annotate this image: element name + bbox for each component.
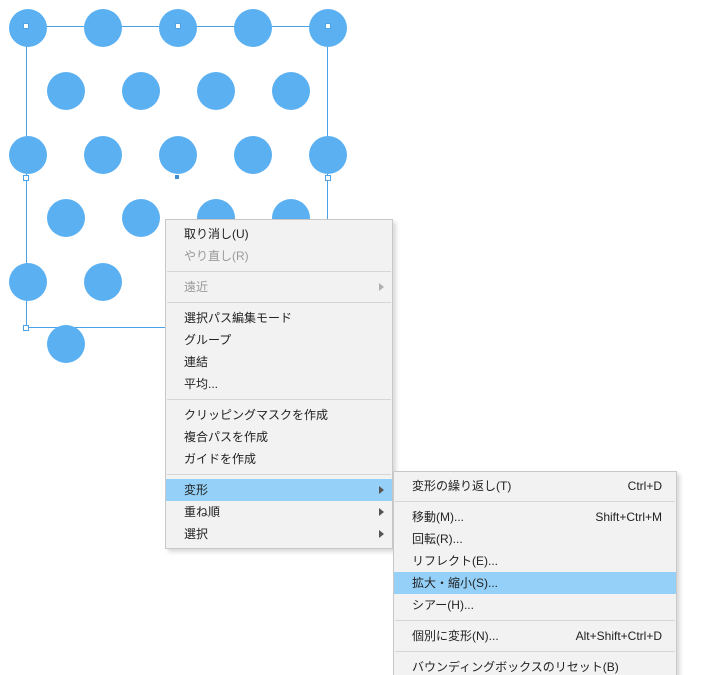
menu-item-shortcut: Alt+Shift+Ctrl+D xyxy=(576,625,662,647)
handle-nw[interactable] xyxy=(23,23,29,29)
menu-item-group[interactable]: グループ xyxy=(166,329,392,351)
menu-item-label: 変形の繰り返し(T) xyxy=(412,479,511,493)
pattern-dot xyxy=(309,136,347,174)
menu-separator xyxy=(167,399,391,400)
menu-item-select[interactable]: 選択 xyxy=(166,523,392,545)
pattern-dot xyxy=(84,263,122,301)
menu-item-label: シアー(H)... xyxy=(412,598,474,612)
menu-item-undo[interactable]: 取り消し(U) xyxy=(166,223,392,245)
menu-item-label: 回転(R)... xyxy=(412,532,463,546)
menu-item-label: 連結 xyxy=(184,355,208,369)
menu-item-reflect[interactable]: リフレクト(E)... xyxy=(394,550,676,572)
menu-item-arrange[interactable]: 重ね順 xyxy=(166,501,392,523)
menu-item-label: リフレクト(E)... xyxy=(412,554,498,568)
menu-item-label: 取り消し(U) xyxy=(184,227,249,241)
menu-separator xyxy=(395,501,675,502)
selection-center-mark xyxy=(175,175,179,179)
menu-item-isolate-selected-path[interactable]: 選択パス編集モード xyxy=(166,307,392,329)
menu-item-label: やり直し(R) xyxy=(184,249,249,263)
chevron-right-icon xyxy=(379,508,384,516)
transform-submenu[interactable]: 変形の繰り返し(T) Ctrl+D 移動(M)... Shift+Ctrl+M 回転(R… xyxy=(393,471,677,675)
chevron-right-icon xyxy=(379,283,384,291)
menu-item-label: 平均... xyxy=(184,377,218,391)
menu-item-label: 変形 xyxy=(184,483,208,497)
menu-item-shear[interactable]: シアー(H)... xyxy=(394,594,676,616)
handle-w[interactable] xyxy=(23,175,29,181)
pattern-dot xyxy=(47,325,85,363)
handle-e[interactable] xyxy=(325,175,331,181)
menu-item-reset-bounding-box[interactable]: バウンディングボックスのリセット(B) xyxy=(394,656,676,675)
menu-item-label: クリッピングマスクを作成 xyxy=(184,408,328,422)
context-menu[interactable]: 取り消し(U) やり直し(R) 遠近選択パス編集モードグループ連結平均... クリッピ… xyxy=(165,219,393,549)
handle-n[interactable] xyxy=(175,23,181,29)
menu-item-label: 個別に変形(N)... xyxy=(412,629,499,643)
menu-item-label: ガイドを作成 xyxy=(184,452,256,466)
pattern-dot xyxy=(47,199,85,237)
menu-item-shortcut: Ctrl+D xyxy=(628,475,662,497)
pattern-dot xyxy=(234,136,272,174)
pattern-dot xyxy=(47,72,85,110)
pattern-dot xyxy=(9,136,47,174)
menu-item-transform[interactable]: 変形 xyxy=(166,479,392,501)
menu-item-label: グループ xyxy=(184,333,231,347)
menu-separator xyxy=(167,271,391,272)
menu-item-shortcut: Shift+Ctrl+M xyxy=(595,506,662,528)
handle-ne[interactable] xyxy=(325,23,331,29)
pattern-dot xyxy=(122,72,160,110)
pattern-dot xyxy=(197,72,235,110)
menu-item-join[interactable]: 連結 xyxy=(166,351,392,373)
menu-item-label: 複合パスを作成 xyxy=(184,430,268,444)
chevron-right-icon xyxy=(379,530,384,538)
menu-separator xyxy=(167,474,391,475)
menu-separator xyxy=(167,302,391,303)
menu-item-label: 選択 xyxy=(184,527,208,541)
menu-item-label: バウンディングボックスのリセット(B) xyxy=(412,660,619,674)
pattern-dot xyxy=(159,136,197,174)
menu-item-redo: やり直し(R) xyxy=(166,245,392,267)
menu-item-average[interactable]: 平均... xyxy=(166,373,392,395)
menu-item-transform-each[interactable]: 個別に変形(N)... Alt+Shift+Ctrl+D xyxy=(394,625,676,647)
menu-item-transform-again[interactable]: 変形の繰り返し(T) Ctrl+D xyxy=(394,475,676,497)
menu-item-make-guides[interactable]: ガイドを作成 xyxy=(166,448,392,470)
menu-item-label: 移動(M)... xyxy=(412,510,464,524)
menu-item-perspective: 遠近 xyxy=(166,276,392,298)
pattern-dot xyxy=(272,72,310,110)
menu-item-scale[interactable]: 拡大・縮小(S)... xyxy=(394,572,676,594)
menu-item-rotate[interactable]: 回転(R)... xyxy=(394,528,676,550)
menu-separator xyxy=(395,620,675,621)
menu-item-label: 重ね順 xyxy=(184,505,220,519)
menu-item-move[interactable]: 移動(M)... Shift+Ctrl+M xyxy=(394,506,676,528)
handle-sw[interactable] xyxy=(23,325,29,331)
menu-separator xyxy=(395,651,675,652)
pattern-dot xyxy=(84,9,122,47)
pattern-dot xyxy=(122,199,160,237)
pattern-dot xyxy=(234,9,272,47)
pattern-dot xyxy=(84,136,122,174)
menu-item-label: 選択パス編集モード xyxy=(184,311,292,325)
menu-item-make-compound-path[interactable]: 複合パスを作成 xyxy=(166,426,392,448)
chevron-right-icon xyxy=(379,486,384,494)
menu-item-label: 遠近 xyxy=(184,280,208,294)
pattern-dot xyxy=(9,263,47,301)
menu-item-make-clipping-mask[interactable]: クリッピングマスクを作成 xyxy=(166,404,392,426)
menu-item-label: 拡大・縮小(S)... xyxy=(412,576,498,590)
